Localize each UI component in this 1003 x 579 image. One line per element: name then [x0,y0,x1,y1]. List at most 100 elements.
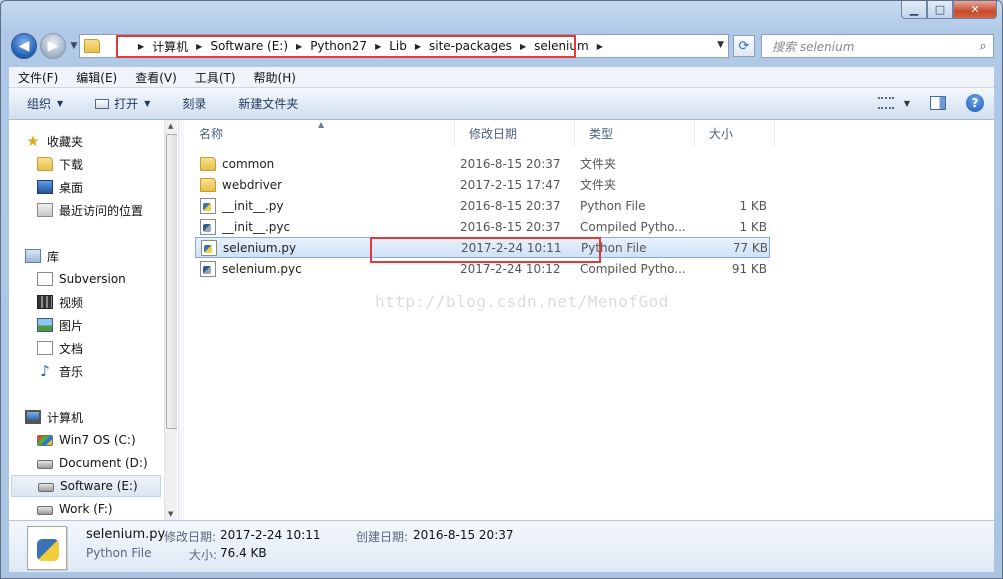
sidebar-item-music[interactable]: ♪ 音乐 [37,360,83,382]
sidebar-item-label: 图片 [59,318,84,333]
desktop-icon [37,180,53,194]
burn-button[interactable]: 刻录 [164,95,220,112]
sidebar-item-pictures[interactable]: 图片 [37,314,83,336]
file-type: 文件夹 [580,157,617,171]
sidebar-item-drive-d[interactable]: Document (D:) [37,452,148,474]
folder-icon [200,156,216,171]
column-header-label: 类型 [589,126,614,141]
column-header-size[interactable]: 大小 [695,120,775,146]
organize-label: 组织 [27,97,52,111]
sidebar-item-downloads[interactable]: 下载 [37,153,83,175]
column-header-label: 大小 [709,126,734,141]
sidebar-item-label: 音乐 [59,364,84,379]
menu-file[interactable]: 文件(F) [9,69,67,86]
column-header-name[interactable]: 名称 ▲ [185,120,455,146]
table-row[interactable]: __init__.py 2016-8-15 20:37 Python File … [195,195,770,216]
search-input[interactable]: 搜索 selenium [772,38,973,55]
menu-edit[interactable]: 编辑(E) [67,69,126,86]
sidebar-libraries[interactable]: 库 [25,245,59,267]
burn-label: 刻录 [182,97,207,111]
file-date: 2016-8-15 20:37 [460,156,561,171]
sidebar-item-label: 桌面 [59,180,84,195]
details-created-label: 创建日期: [356,530,409,544]
pane-splitter[interactable] [178,120,184,520]
sidebar-item-videos[interactable]: 视频 [37,291,83,313]
command-bar: 组织 ▼ 打开 ▼ 刻录 新建文件夹 ▼ ? [9,88,994,120]
view-mode-dropdown[interactable]: ▼ [904,99,910,108]
documents-icon [37,341,53,355]
file-size: 1 KB [739,219,767,234]
details-file-type: Python File [86,546,152,560]
system-drive-icon [37,434,53,446]
file-type: Compiled Pytho... [580,261,686,276]
help-icon[interactable]: ? [966,94,984,112]
close-button[interactable]: ✕ [953,1,997,19]
subversion-icon [37,272,53,286]
sidebar-computer[interactable]: 计算机 [25,406,83,428]
compiled-python-file-icon [200,260,216,277]
sort-ascending-icon: ▲ [318,120,325,129]
sidebar-item-drive-f[interactable]: Work (F:) [37,498,113,520]
address-history-dropdown[interactable]: ▼ [717,40,724,50]
minimize-button[interactable]: ▁ [901,1,927,19]
video-icon [37,295,53,309]
file-type: Python File [580,198,646,213]
address-highlight-box [116,35,576,58]
column-header-type[interactable]: 类型 [575,120,695,146]
sidebar-scrollbar[interactable]: ▲ ▼ [164,120,177,520]
new-folder-button[interactable]: 新建文件夹 [220,95,312,112]
chevron-down-icon: ▼ [57,99,64,108]
pictures-icon [37,318,53,332]
scroll-up-icon[interactable]: ▲ [168,122,173,130]
scrollbar-thumb[interactable] [166,134,177,429]
sidebar-item-desktop[interactable]: 桌面 [37,176,83,198]
drive-icon [38,483,54,492]
file-name: selenium.pyc [222,261,302,276]
downloads-folder-icon [37,157,53,171]
forward-button[interactable]: ▶ [40,33,66,59]
sidebar-item-drive-c[interactable]: Win7 OS (C:) [37,429,136,451]
file-name: common [222,156,275,171]
open-button[interactable]: 打开 ▼ [77,95,164,112]
file-name: webdriver [222,177,283,192]
file-size: 91 KB [731,261,767,276]
menu-help[interactable]: 帮助(H) [245,69,305,86]
preview-pane-icon[interactable] [930,96,946,110]
sidebar-item-recent-places[interactable]: 最近访问的位置 [37,199,143,221]
search-box[interactable]: 搜索 selenium ⌕ [761,34,994,58]
table-row[interactable]: webdriver 2017-2-15 17:47 文件夹 [195,174,770,195]
table-row[interactable]: common 2016-8-15 20:37 文件夹 [195,153,770,174]
view-controls: ▼ ? [877,94,984,112]
column-header-date[interactable]: 修改日期 [455,120,575,146]
sidebar-item-label: Subversion [59,272,126,286]
python-file-icon [200,197,216,214]
sidebar-item-drive-e[interactable]: Software (E:) [11,475,161,497]
navigation-bar: ◀ ▶ ▼ ▶ 计算机 ▶ Software (E:) ▶ Python27 ▶… [11,31,994,61]
sidebar-item-documents[interactable]: 文档 [37,337,83,359]
sidebar-item-label: Software (E:) [60,479,138,493]
sidebar-item-subversion[interactable]: Subversion [37,268,126,290]
sidebar-favorites[interactable]: ★ 收藏夹 [25,130,83,152]
sidebar-item-label: 视频 [59,295,84,310]
file-type: Compiled Pytho... [580,219,686,234]
search-icon[interactable]: ⌕ [973,39,993,54]
content-area: ★ 收藏夹 下载 桌面 最近访问的位置 库 Subversion 视频 图片 文… [9,120,994,520]
scroll-down-icon[interactable]: ▼ [168,510,173,518]
star-icon: ★ [26,132,40,150]
organize-button[interactable]: 组织 ▼ [9,95,77,112]
sidebar-item-label: 文档 [59,341,84,356]
chevron-right-icon[interactable]: ▶ [597,42,603,51]
refresh-button[interactable]: ⟳ [733,35,755,57]
menu-tools[interactable]: 工具(T) [186,69,245,86]
sidebar-item-label: 计算机 [47,410,84,425]
file-date: 2016-8-15 20:37 [460,219,561,234]
menu-bar: 文件(F) 编辑(E) 查看(V) 工具(T) 帮助(H) [9,67,994,88]
table-row[interactable]: __init__.pyc 2016-8-15 20:37 Compiled Py… [195,216,770,237]
maximize-button[interactable]: □ [927,1,953,19]
menu-view[interactable]: 查看(V) [126,69,186,86]
column-header-label: 修改日期 [469,126,518,141]
address-bar[interactable]: ▶ 计算机 ▶ Software (E:) ▶ Python27 ▶ Lib ▶… [79,34,729,58]
view-mode-icon[interactable] [877,97,894,109]
details-size-label: 大小: [189,548,218,562]
back-button[interactable]: ◀ [11,33,37,59]
